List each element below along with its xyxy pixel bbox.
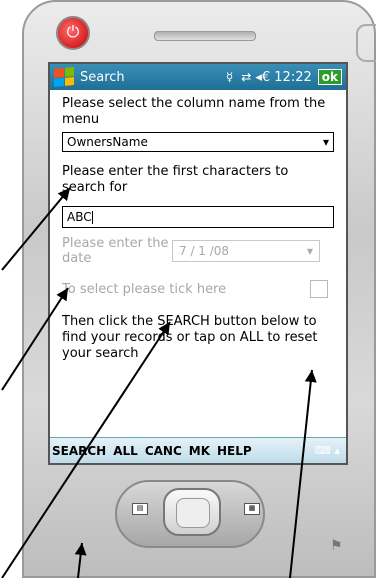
arrow-4: [74, 542, 87, 578]
arrow-3: [1, 321, 171, 578]
annotation-arrows: [1, 187, 317, 578]
arrow-5: [289, 369, 317, 578]
arrow-2: [1, 287, 69, 391]
arrow-1: [1, 187, 71, 271]
